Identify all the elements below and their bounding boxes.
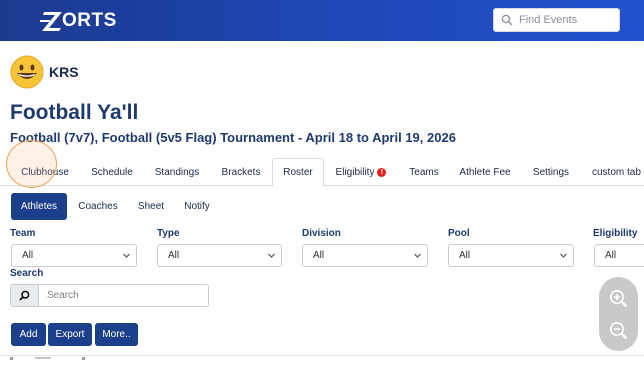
subtab-sheet[interactable]: Sheet (129, 193, 173, 220)
tab-brackets[interactable]: Brackets (211, 158, 271, 186)
tab-label: Clubhouse (21, 166, 69, 178)
select-value: All (22, 250, 34, 261)
tab-label: Athlete Fee (459, 166, 511, 178)
roster-search-input[interactable] (39, 285, 207, 306)
smiley-icon (10, 55, 44, 89)
tab-athlete-fee[interactable]: Athlete Fee (452, 158, 518, 186)
select-value: All (605, 250, 617, 261)
division-filter-label: Division (302, 228, 341, 239)
divider (0, 355, 644, 356)
tab-schedule[interactable]: Schedule (81, 158, 143, 186)
subtab-label: Coaches (78, 201, 118, 212)
zoom-out-icon[interactable] (608, 320, 629, 341)
pool-select[interactable]: All (448, 244, 574, 267)
chevron-down-icon (268, 253, 275, 258)
eligibility-filter-label: Eligibility (593, 228, 638, 239)
chevron-down-icon (560, 253, 567, 258)
event-search[interactable] (493, 8, 620, 32)
search-label: Search (10, 268, 44, 279)
tab-standings[interactable]: Standings (146, 158, 208, 186)
tab-label: Teams (409, 166, 439, 178)
top-navbar: ORTS (0, 0, 644, 41)
division-select[interactable]: All (302, 244, 428, 267)
subtab-athletes[interactable]: Athletes (11, 193, 67, 220)
tab-label: Roster (283, 167, 313, 178)
club-header: KRS (10, 55, 79, 89)
event-subtitle: Football (7v7), Football (5v5 Flag) Tour… (10, 130, 456, 145)
more-button[interactable]: More.. (95, 323, 138, 346)
search-icon-box (11, 285, 39, 306)
tab-label: custom tab (592, 166, 641, 178)
tab-clubhouse[interactable]: Clubhouse (10, 158, 80, 186)
tab-label: Settings (532, 166, 570, 178)
subtab-label: Athletes (20, 201, 58, 212)
tab-settings[interactable]: Settings (522, 158, 580, 186)
subtab-label: Sheet (137, 201, 165, 212)
logo-text: ORTS (62, 10, 117, 31)
add-button[interactable]: Add (11, 323, 46, 346)
type-filter-label: Type (157, 228, 180, 239)
team-filter-label: Team (10, 228, 36, 239)
event-tabs: Clubhouse Schedule Standings Brackets Ro… (0, 158, 644, 187)
chevron-down-icon (414, 253, 421, 258)
tab-label: Schedule (91, 166, 133, 178)
event-title: Football Ya'll (10, 101, 139, 124)
tab-roster[interactable]: Roster (272, 158, 324, 187)
select-value: All (168, 250, 180, 261)
club-name: KRS (49, 64, 79, 80)
zoom-in-icon[interactable] (608, 288, 629, 309)
roster-search[interactable] (10, 284, 209, 307)
team-select[interactable]: All (11, 244, 137, 267)
export-button[interactable]: Export (48, 323, 92, 346)
type-select[interactable]: All (157, 244, 282, 267)
tab-label: Standings (154, 166, 200, 178)
search-icon (19, 290, 30, 301)
event-search-input[interactable] (519, 14, 615, 26)
tab-label: Eligibility (335, 166, 375, 178)
search-icon (501, 14, 513, 26)
chevron-down-icon (123, 253, 130, 258)
tab-label: Brackets (221, 166, 261, 178)
zoom-controls (599, 277, 638, 351)
alert-icon: ! (377, 167, 387, 177)
pool-filter-label: Pool (448, 228, 470, 239)
tab-eligibility[interactable]: Eligibility ! (326, 158, 396, 186)
select-value: All (313, 250, 325, 261)
subtab-notify[interactable]: Notify (176, 193, 218, 220)
subtab-coaches[interactable]: Coaches (71, 193, 125, 220)
eligibility-select[interactable]: All (594, 244, 644, 267)
tab-custom[interactable]: custom tab (584, 158, 644, 186)
table-header-fragment (10, 357, 85, 360)
zorts-logo[interactable]: ORTS (40, 9, 117, 33)
select-value: All (459, 250, 471, 261)
tab-teams[interactable]: Teams (400, 158, 448, 186)
subtab-label: Notify (184, 201, 210, 212)
